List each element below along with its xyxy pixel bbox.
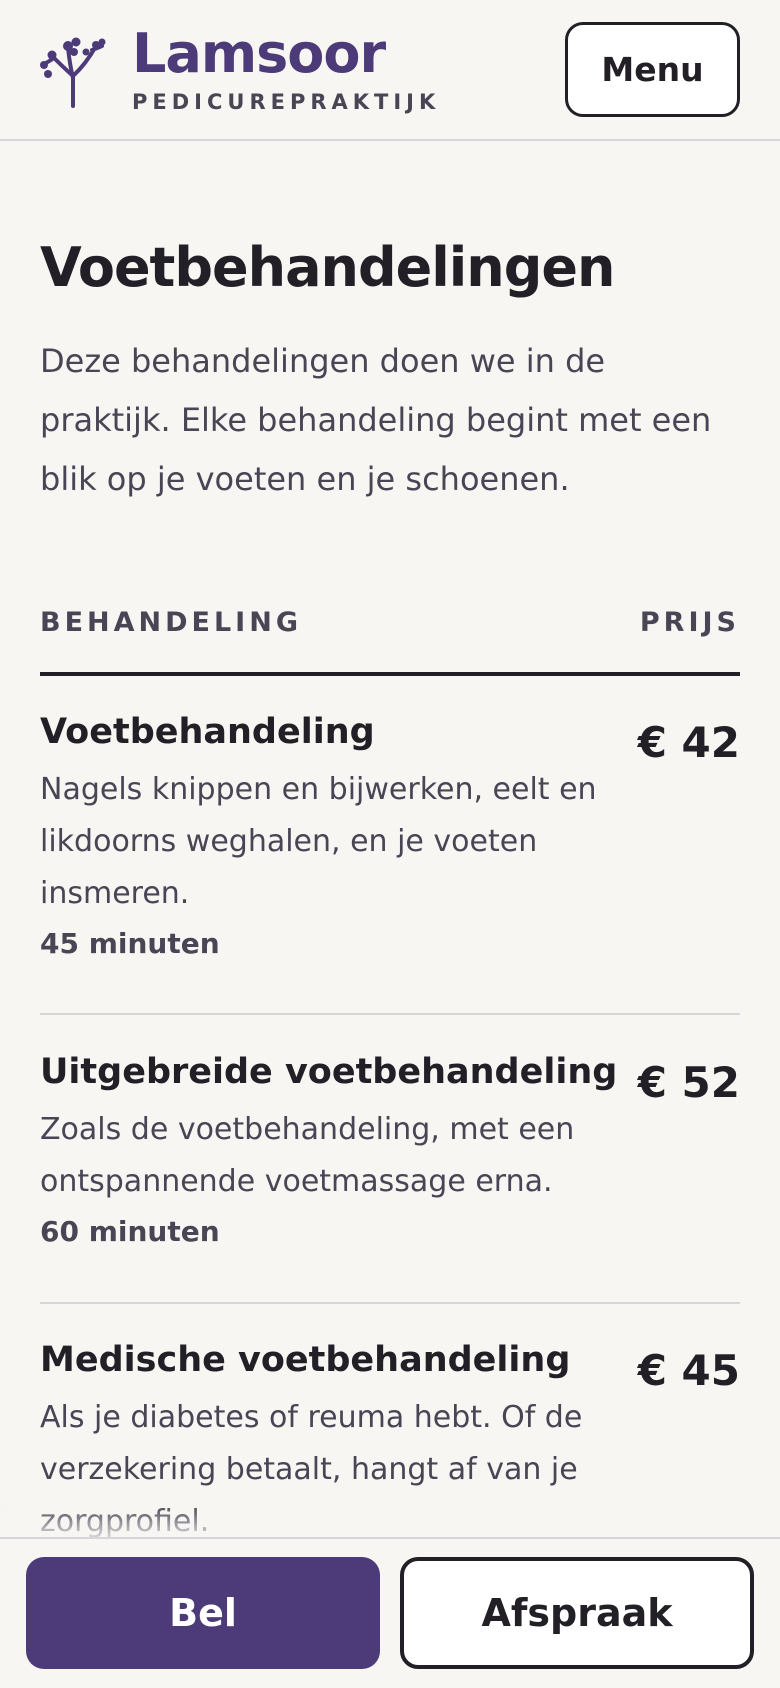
treatment-name: Voetbehandeling bbox=[40, 712, 375, 752]
treatment-duration: 60 minuten bbox=[40, 1215, 220, 1248]
treatment-row: Uitgebreide voetbehandeling Zoals de voe… bbox=[40, 1050, 740, 1252]
column-header-price: PRIJS bbox=[639, 607, 740, 638]
brand-subtitle: PEDICUREPRAKTIJK bbox=[132, 90, 441, 114]
intro-text: Deze behandelingen doen we in de praktij… bbox=[40, 342, 712, 498]
treatment-description: Zoals de voetbehandeling, met een ontspa… bbox=[40, 1112, 575, 1199]
treatment-row: Voetbehandeling Nagels knippen en bijwer… bbox=[40, 710, 740, 964]
menu-button[interactable]: Menu bbox=[565, 22, 740, 117]
call-button[interactable]: Bel bbox=[26, 1557, 380, 1669]
treatment-row: Medische voetbehandeling Als je diabetes… bbox=[40, 1338, 740, 1548]
treatment-duration: 45 minuten bbox=[40, 927, 220, 960]
treatment-price: € 42 bbox=[637, 718, 740, 767]
row-divider bbox=[40, 1302, 740, 1304]
bottom-action-bar: Bel Afspraak bbox=[0, 1537, 780, 1688]
treatment-name: Medische voetbehandeling bbox=[40, 1340, 571, 1380]
column-header-treatment: BEHANDELING bbox=[40, 607, 302, 638]
appointment-button[interactable]: Afspraak bbox=[400, 1557, 754, 1669]
row-divider bbox=[40, 1013, 740, 1015]
brand-name[interactable]: Lamsoor bbox=[132, 24, 386, 84]
treatment-price: € 45 bbox=[637, 1346, 740, 1395]
site-header: Lamsoor PEDICUREPRAKTIJK Menu bbox=[0, 0, 780, 141]
treatment-description: Als je diabetes of reuma hebt. Of de ver… bbox=[40, 1400, 583, 1539]
treatment-description: Nagels knippen en bijwerken, eelt en lik… bbox=[40, 772, 597, 911]
treatment-name: Uitgebreide voetbehandeling bbox=[40, 1052, 618, 1092]
sea-lavender-sprig-icon bbox=[40, 37, 106, 108]
page-title: Voetbehandelingen bbox=[40, 236, 615, 299]
table-header-divider bbox=[40, 672, 740, 676]
treatment-price: € 52 bbox=[637, 1058, 740, 1107]
